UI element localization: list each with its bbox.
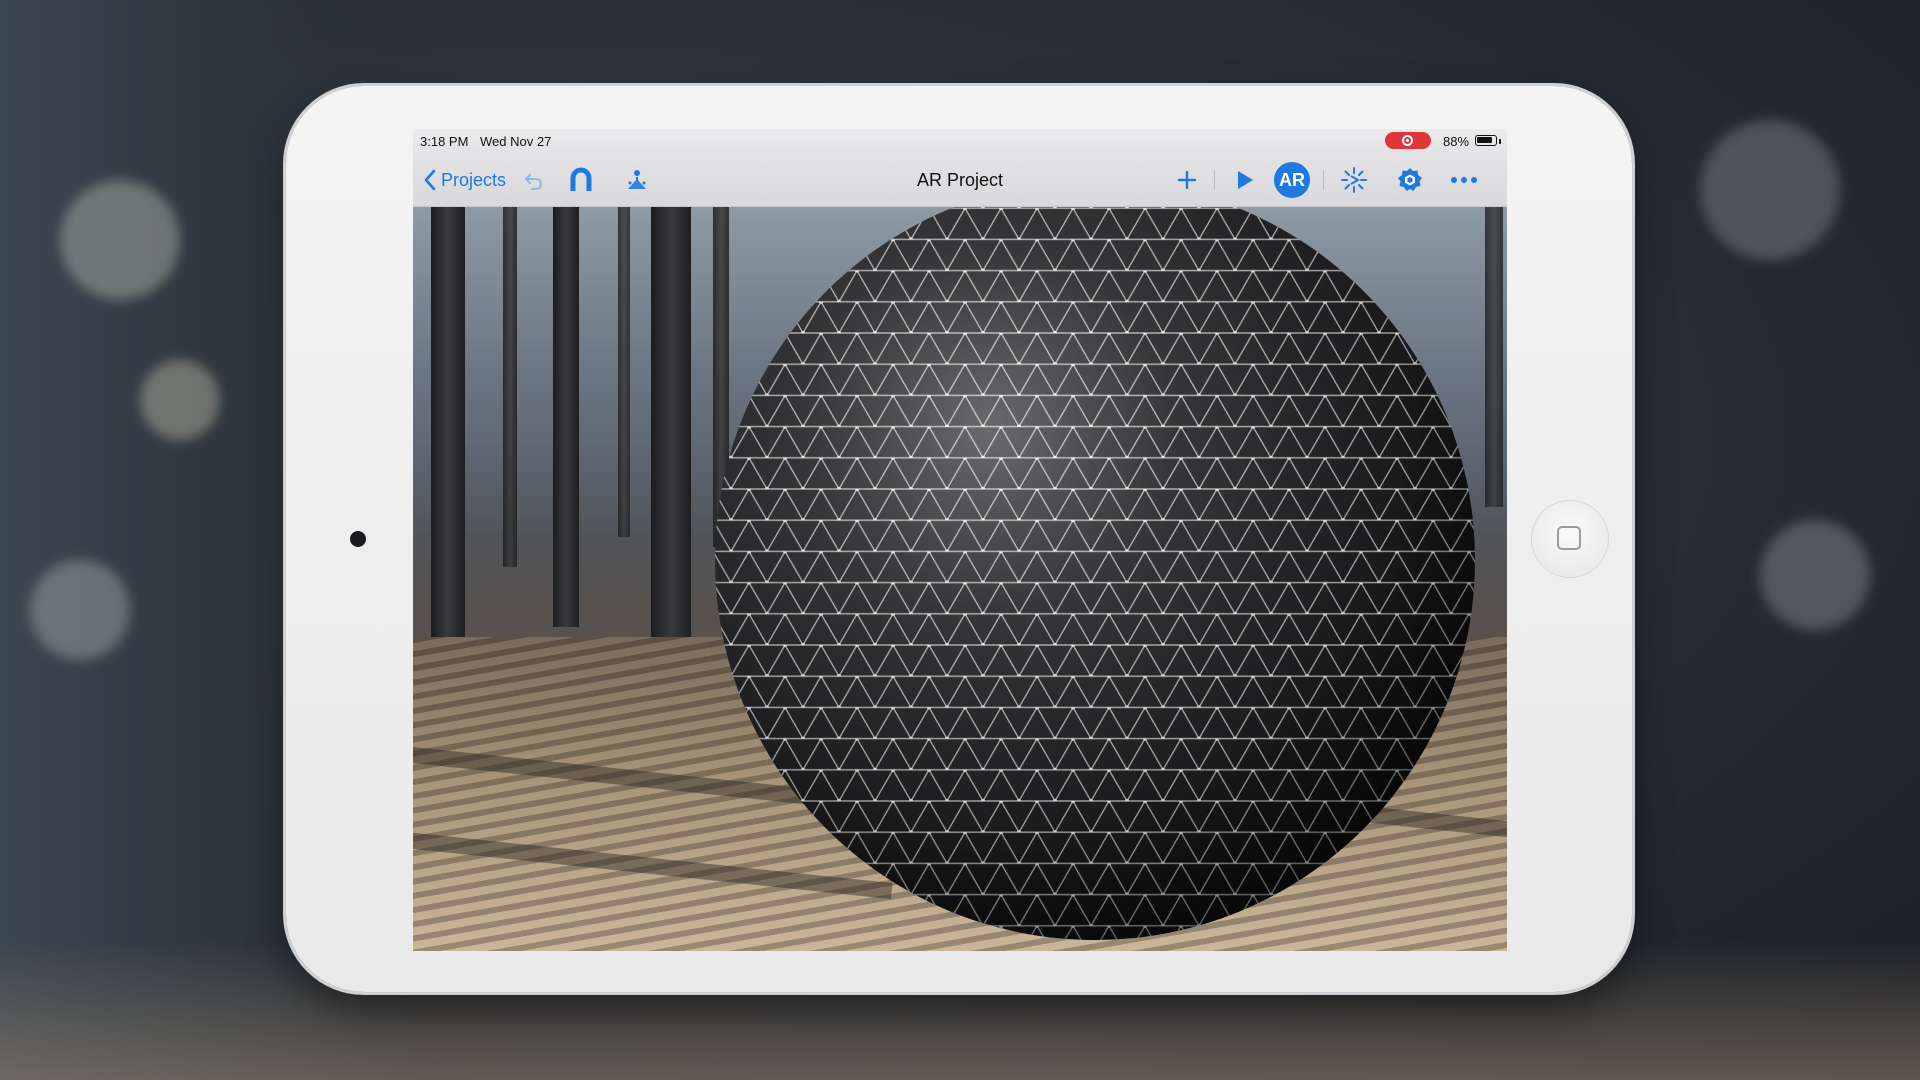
app-screen: 3:18 PM Wed Nov 27 88% Projects AR Proje… — [413, 129, 1507, 951]
physics-button[interactable] — [620, 162, 654, 198]
sphere-shading — [715, 207, 1475, 940]
bokeh-light — [1760, 520, 1870, 630]
toolbar-separator — [1214, 170, 1215, 190]
battery-terminal — [1499, 139, 1501, 144]
undo-button[interactable] — [519, 162, 549, 198]
add-icon — [1177, 170, 1197, 190]
status-date: Wed Nov 27 — [480, 134, 552, 149]
ar-camera-viewport[interactable] — [413, 207, 1507, 951]
ar-icon: AR — [1274, 162, 1310, 198]
play-button[interactable] — [1228, 162, 1262, 198]
tree-trunk — [651, 207, 691, 667]
status-bar: 3:18 PM Wed Nov 27 88% — [413, 129, 1507, 153]
magnet-icon — [570, 167, 592, 191]
home-button[interactable] — [1531, 500, 1609, 578]
status-time: 3:18 PM — [420, 134, 469, 149]
battery-percent: 88% — [1443, 134, 1470, 149]
bokeh-light — [140, 360, 220, 440]
tree-trunk — [431, 207, 465, 677]
anchor-icon — [1341, 167, 1367, 193]
bokeh-light — [30, 560, 130, 660]
ar-mode-button[interactable]: AR — [1272, 162, 1312, 198]
home-button-icon — [1557, 526, 1581, 550]
battery-level — [1477, 137, 1492, 143]
undo-icon — [525, 174, 542, 190]
toolbar-separator — [1323, 170, 1324, 190]
front-camera — [350, 531, 366, 547]
more-icon — [1451, 177, 1477, 183]
settings-button[interactable] — [1392, 162, 1428, 198]
chevron-left-icon — [424, 169, 436, 191]
tree-trunk — [503, 207, 517, 567]
battery-icon — [1475, 135, 1497, 146]
add-button[interactable] — [1170, 162, 1204, 198]
more-button[interactable] — [1445, 162, 1483, 198]
record-icon — [1402, 135, 1413, 146]
bokeh-light — [60, 180, 180, 300]
ipad-device: 3:18 PM Wed Nov 27 88% Projects AR Proje… — [286, 86, 1632, 992]
bokeh-light — [1700, 120, 1840, 260]
anchor-button[interactable] — [1336, 162, 1372, 198]
play-icon — [1238, 171, 1253, 189]
back-button[interactable]: Projects — [423, 162, 506, 198]
tree-trunk — [618, 207, 630, 537]
physics-icon — [628, 170, 646, 189]
snapping-button[interactable] — [564, 162, 598, 198]
settings-icon — [1398, 168, 1422, 191]
back-button-label: Projects — [441, 169, 507, 190]
tree-trunk — [553, 207, 579, 627]
toolbar: Projects AR Project AR — [413, 153, 1507, 207]
screen-recording-indicator[interactable] — [1385, 132, 1431, 149]
ar-sphere-object[interactable] — [695, 207, 1495, 943]
